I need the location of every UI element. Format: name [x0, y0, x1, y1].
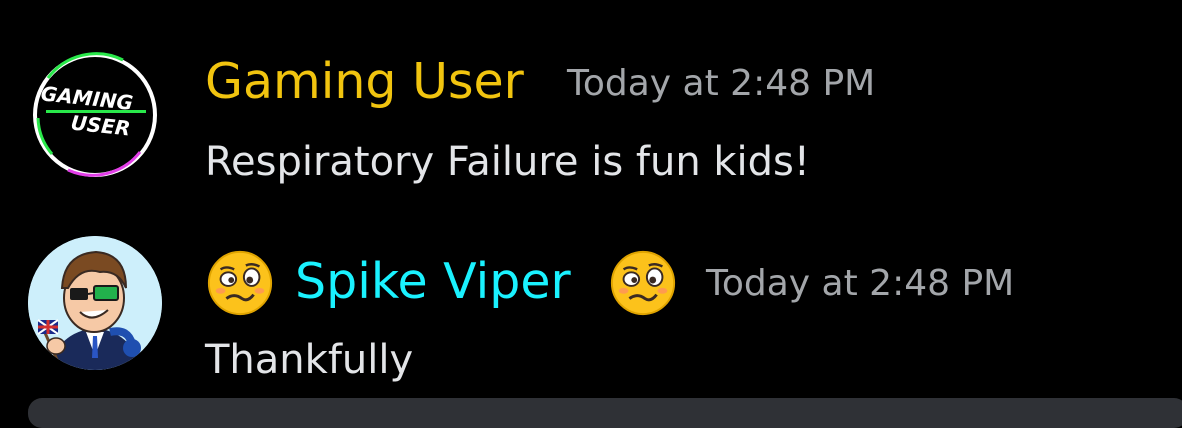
message-composer[interactable]	[28, 398, 1182, 428]
woozy-face-icon	[610, 250, 676, 316]
avatar-spike-viper[interactable]	[28, 236, 162, 370]
message-spike-viper: Spike Viper Today at 2:48 PM Thankfully	[0, 200, 1182, 407]
author-name[interactable]: Gaming User	[205, 57, 524, 106]
message-text: Thankfully	[205, 337, 414, 383]
avatar-gaming-user[interactable]: GAMING USER	[28, 48, 162, 182]
message-timestamp: Today at 2:48 PM	[706, 263, 1015, 304]
gaming-user-logo-icon: GAMING USER	[33, 52, 157, 177]
cartoon-character-avatar-icon	[28, 236, 162, 370]
woozy-face-icon	[207, 250, 273, 316]
author-name[interactable]: Spike Viper	[295, 257, 571, 306]
message-text: Respiratory Failure is fun kids!	[205, 139, 810, 185]
message-gaming-user: GAMING USER Gaming User Today at 2:48 PM…	[0, 0, 1182, 200]
message-timestamp: Today at 2:48 PM	[567, 63, 876, 104]
